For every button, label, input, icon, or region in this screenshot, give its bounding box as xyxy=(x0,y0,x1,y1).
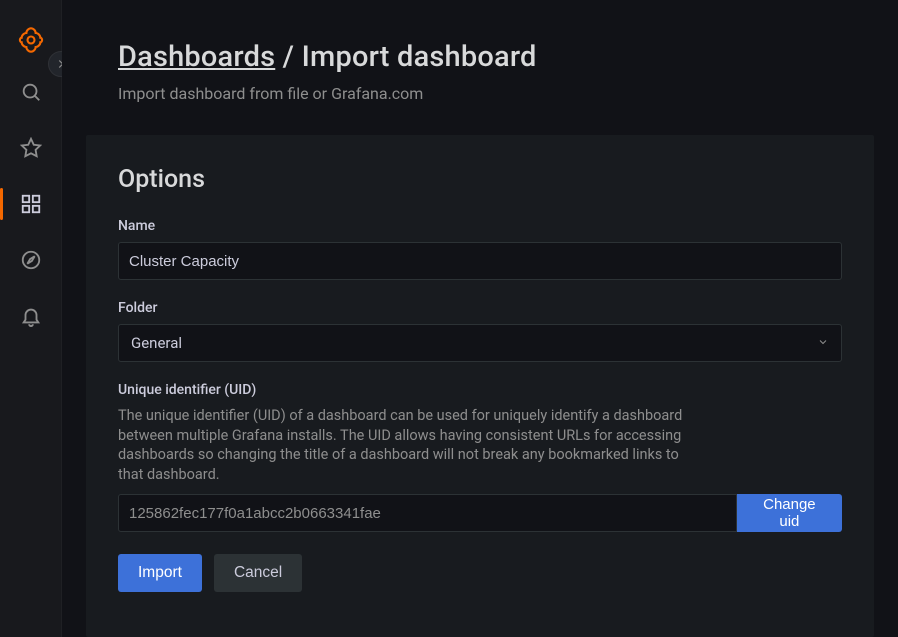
bell-icon xyxy=(20,305,42,327)
folder-select-value: General xyxy=(131,334,182,352)
import-button[interactable]: Import xyxy=(118,554,202,592)
page-header: Dashboards / Import dashboard Import das… xyxy=(62,0,898,135)
uid-field: Unique identifier (UID) The unique ident… xyxy=(118,382,842,532)
panel-title: Options xyxy=(118,165,842,194)
breadcrumb-current: Import dashboard xyxy=(302,40,537,74)
search-icon xyxy=(20,81,42,103)
star-icon xyxy=(20,137,42,159)
sidebar-item-search[interactable] xyxy=(11,72,51,112)
name-input[interactable] xyxy=(118,242,842,280)
dashboards-icon xyxy=(20,193,42,215)
sidebar-item-alerting[interactable] xyxy=(11,296,51,336)
folder-label: Folder xyxy=(118,300,842,316)
sidebar-item-starred[interactable] xyxy=(11,128,51,168)
chevron-down-icon xyxy=(817,334,829,352)
change-uid-button[interactable]: Change uid xyxy=(737,494,842,532)
uid-description: The unique identifier (UID) of a dashboa… xyxy=(118,406,698,484)
cancel-button[interactable]: Cancel xyxy=(214,554,302,592)
action-row: Import Cancel xyxy=(118,554,842,592)
breadcrumb-separator: / xyxy=(275,40,301,74)
page-subtitle: Import dashboard from file or Grafana.co… xyxy=(118,84,898,103)
uid-label: Unique identifier (UID) xyxy=(118,382,842,398)
grafana-icon xyxy=(17,26,45,54)
compass-icon xyxy=(20,249,42,271)
sidebar-item-dashboards[interactable] xyxy=(11,184,51,224)
breadcrumb: Dashboards / Import dashboard xyxy=(118,40,898,74)
main: Dashboards / Import dashboard Import das… xyxy=(62,0,898,637)
grafana-logo[interactable] xyxy=(11,20,51,60)
breadcrumb-root[interactable]: Dashboards xyxy=(118,40,275,74)
options-panel: Options Name Folder General Unique ident… xyxy=(86,135,874,637)
uid-input[interactable] xyxy=(118,494,737,532)
name-field: Name xyxy=(118,218,842,280)
folder-select[interactable]: General xyxy=(118,324,842,362)
folder-field: Folder General xyxy=(118,300,842,362)
sidebar xyxy=(0,0,62,637)
name-label: Name xyxy=(118,218,842,234)
sidebar-item-explore[interactable] xyxy=(11,240,51,280)
